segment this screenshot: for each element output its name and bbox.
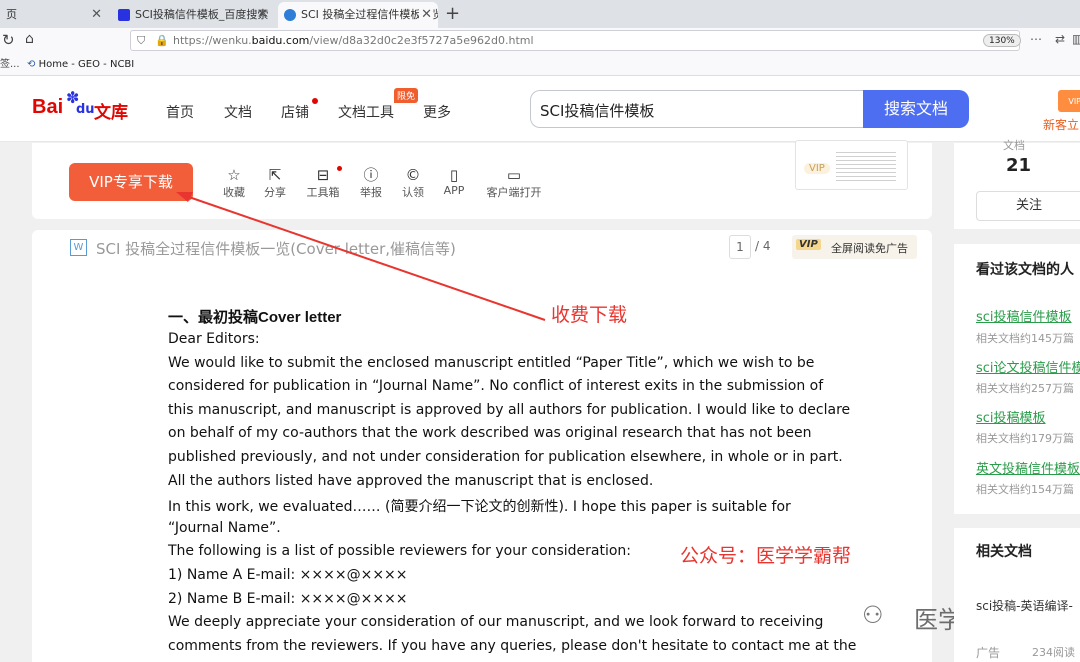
author-card: 文档 21 关注 [954,139,1080,229]
ad-reads: 234阅读 [1032,646,1075,659]
related-doc-link[interactable]: 英文投稿信件模板 [976,458,1080,477]
viewed-docs-title: 看过该文档的人 [976,262,1074,278]
author-label: 文档 [1003,139,1025,152]
related-doc-count: 相关文档约145万篇 [976,332,1074,345]
public-account-annotation: 公众号：医学学霸帮 [680,545,852,567]
wechat-icon: ⚇ [862,601,884,629]
related-ad-item[interactable]: sci投稿-英语编译- [976,597,1073,614]
follow-button[interactable]: 关注 [976,191,1080,221]
related-doc-link[interactable]: sci论文投稿信件模 [976,357,1080,376]
related-doc-count: 相关文档约257万篇 [976,382,1074,395]
related-doc-link[interactable]: sci投稿模板 [976,407,1046,426]
annotation-arrow [176,192,546,321]
related-doc-count: 相关文档约179万篇 [976,432,1074,445]
paid-download-annotation: 收费下载 [551,304,628,326]
ad-label: 广告 [976,646,1001,660]
document-count: 21 [1006,155,1032,176]
related-docs-title: 相关文档 [976,544,1032,560]
related-doc-link[interactable]: sci投稿信件模板 [976,306,1072,325]
related-doc-count: 相关文档约154万篇 [976,483,1074,496]
